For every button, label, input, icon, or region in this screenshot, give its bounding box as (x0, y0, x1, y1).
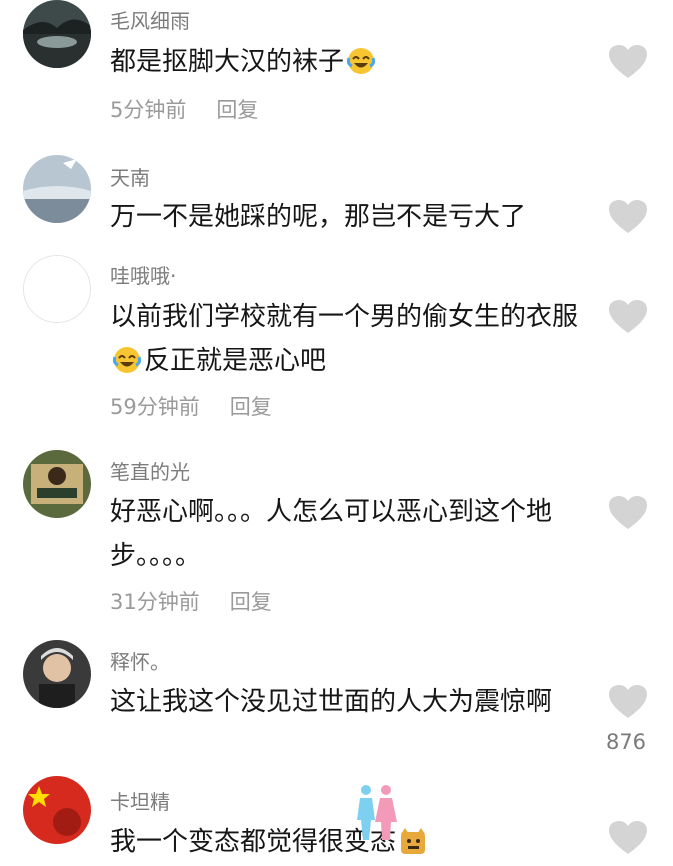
comment-username[interactable]: 毛风细雨 (110, 5, 190, 34)
comment-time: 31分钟前 (110, 590, 200, 614)
heart-icon (609, 685, 647, 718)
avatar[interactable] (23, 0, 91, 68)
comment-meta: 59分钟前 回复 (110, 391, 272, 421)
comment-time: 5分钟前 (110, 98, 187, 122)
heart-icon (609, 496, 647, 529)
heart-icon (609, 200, 647, 233)
reply-button[interactable]: 回复 (230, 590, 272, 614)
laugh-cry-emoji-icon (346, 46, 376, 76)
comment-text: 都是抠脚大汉的袜子 (110, 40, 570, 84)
reply-button[interactable]: 回复 (216, 98, 258, 122)
heart-icon (609, 45, 647, 78)
comment-time: 59分钟前 (110, 395, 200, 419)
comment-text: 以前我们学校就有一个男的偷女生的衣服反正就是恶心吧 (110, 295, 580, 383)
comment-text: 这让我这个没见过世面的人大为震惊啊 (110, 680, 570, 724)
avatar[interactable] (23, 450, 91, 518)
comment-text: 我一个变态都觉得很变态 (110, 820, 570, 864)
like-button[interactable] (608, 684, 648, 720)
watermark-logo (350, 782, 402, 842)
reply-button[interactable]: 回复 (230, 395, 272, 419)
comment-meta: 5分钟前 回复 (110, 94, 258, 124)
comment-text-body: 都是抠脚大汉的袜子 (110, 47, 345, 77)
heart-icon (609, 300, 647, 333)
comment-username[interactable]: 笔直的光 (110, 456, 190, 485)
comment-username[interactable]: 哇哦哦· (110, 260, 176, 289)
laugh-cry-emoji-icon (112, 345, 142, 375)
like-button[interactable] (608, 199, 648, 235)
comment-text-tail: 反正就是恶心吧 (144, 346, 327, 376)
avatar[interactable] (23, 776, 91, 844)
comment-text-body: 这让我这个没见过世面的人大为震惊啊 (110, 687, 553, 717)
avatar[interactable] (23, 155, 91, 223)
comment-text-body: 万一不是她踩的呢，那岂不是亏大了 (110, 202, 527, 232)
comment-text: 万一不是她踩的呢，那岂不是亏大了 (110, 195, 570, 239)
comment-text-body: 好恶心啊。。。人怎么可以恶心到这个地步。。。。 (110, 497, 553, 571)
comment-username[interactable]: 天南 (110, 162, 150, 191)
like-count: 876 (605, 730, 647, 754)
comment-text-body: 以前我们学校就有一个男的偷女生的衣服 (110, 302, 579, 332)
avatar[interactable] (23, 255, 91, 323)
doge-emoji-icon (398, 826, 428, 856)
avatar[interactable] (23, 640, 91, 708)
like-button[interactable] (608, 299, 648, 335)
comment-username[interactable]: 卡坦精 (110, 786, 170, 815)
comment-username[interactable]: 释怀。 (110, 646, 170, 675)
like-button[interactable] (608, 44, 648, 80)
heart-icon (609, 821, 647, 854)
comment-meta: 31分钟前 回复 (110, 586, 272, 616)
comment-text: 好恶心啊。。。人怎么可以恶心到这个地步。。。。 (110, 490, 570, 578)
like-button[interactable] (608, 495, 648, 531)
like-button[interactable] (608, 820, 648, 856)
